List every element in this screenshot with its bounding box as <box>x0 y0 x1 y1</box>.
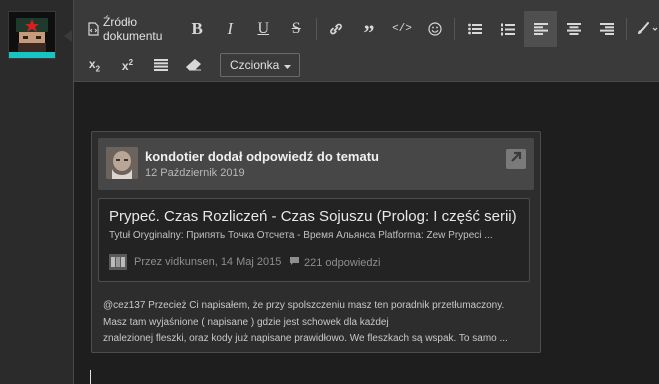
align-left-button[interactable] <box>524 11 558 47</box>
quote-header-text: kondotier dodał odpowiedź do tematu <box>145 149 379 164</box>
code-button[interactable]: </> <box>385 11 418 47</box>
editor-content[interactable]: kondotier dodał odpowiedź do tematu 12 P… <box>74 82 659 384</box>
user-avatar[interactable] <box>8 11 56 59</box>
embedded-quote-card: kondotier dodał odpowiedź do tematu 12 P… <box>91 131 541 353</box>
link-icon <box>328 21 344 37</box>
chevron-down-icon <box>284 58 291 72</box>
numbered-list-icon <box>500 23 515 36</box>
align-right-button[interactable] <box>590 11 623 47</box>
quote-button[interactable]: ” <box>352 11 385 47</box>
topic-replies-count: 221 odpowiedzi <box>304 256 381 269</box>
color-brush-button[interactable] <box>630 11 659 47</box>
link-button[interactable] <box>319 11 352 47</box>
quote-author-avatar[interactable] <box>106 147 138 179</box>
toolbar-row-1: Źródło dokumentu B I U S ” </> <box>74 10 659 48</box>
bold-button[interactable]: B <box>181 11 214 47</box>
emoji-button[interactable] <box>418 11 451 47</box>
topic-meta: Przez vidkunsen, 14 Maj 2015 <box>134 256 282 268</box>
underline-icon: U <box>257 20 269 37</box>
subscript-icon: x2 <box>88 56 101 74</box>
comment-icon <box>289 256 300 269</box>
align-center-button[interactable] <box>557 11 590 47</box>
text-cursor <box>90 370 91 384</box>
font-family-select[interactable]: Czcionka <box>220 53 300 77</box>
quote-date: 12 Październik 2019 <box>145 167 245 179</box>
align-right-icon <box>599 23 614 35</box>
toolbar-separator <box>454 18 456 40</box>
superscript-icon: x2 <box>121 57 134 73</box>
quote-body-line: Masz tam wyjaśnione ( napisane ) gdzie j… <box>103 316 389 328</box>
bold-icon: B <box>191 19 203 38</box>
quote-body-line: znalezionej fleszki, oraz kody już napis… <box>103 333 508 344</box>
code-icon: </> <box>392 23 412 35</box>
bulleted-list-icon <box>467 23 482 35</box>
toolbar-separator <box>626 18 628 40</box>
eraser-icon <box>185 59 202 71</box>
toolbar-separator <box>315 18 317 40</box>
strikethrough-icon: S <box>291 20 301 37</box>
source-label: Źródło dokumentu <box>103 15 163 43</box>
source-button[interactable]: Źródło dokumentu <box>74 11 181 47</box>
rich-text-editor: Źródło dokumentu B I U S ” </> x2 x2 Czc… <box>73 0 659 384</box>
topic-title[interactable]: Prypeć. Czas Rozliczeń - Czas Sojuszu (P… <box>109 208 517 225</box>
topic-thumbnail <box>109 254 127 270</box>
external-link-icon <box>510 150 522 168</box>
strikethrough-button[interactable]: S <box>280 11 313 47</box>
brush-icon <box>636 22 658 36</box>
source-icon <box>86 22 100 36</box>
align-center-icon <box>566 23 581 35</box>
subscript-button[interactable]: x2 <box>78 47 111 83</box>
remove-format-button[interactable] <box>177 47 210 83</box>
toolbar-row-2: x2 x2 Czcionka <box>74 46 300 84</box>
left-gutter <box>0 0 73 384</box>
topic-replies: 221 odpowiedzi <box>289 256 380 269</box>
bulleted-list-button[interactable] <box>458 11 491 47</box>
quote-header: kondotier dodał odpowiedź do tematu 12 P… <box>98 138 534 190</box>
superscript-button[interactable]: x2 <box>111 47 144 83</box>
topic-subtitle: Tytuł Oryginalny: Припять Точка Отсчета … <box>109 230 493 241</box>
quote-icon: ” <box>363 20 375 45</box>
emoji-icon <box>428 22 442 36</box>
italic-icon: I <box>227 19 234 38</box>
quoted-topic[interactable]: Prypeć. Czas Rozliczeń - Czas Sojuszu (P… <box>98 198 530 282</box>
font-select-value: Czcionka <box>230 58 280 72</box>
underline-button[interactable]: U <box>247 11 280 47</box>
quote-body-line: @cez137 Przecież Ci napisałem, że przy s… <box>103 300 505 311</box>
open-external-button[interactable] <box>506 149 526 169</box>
italic-button[interactable]: I <box>214 11 247 47</box>
justify-icon <box>153 59 168 71</box>
editor-toolbar: Źródło dokumentu B I U S ” </> x2 x2 Czc… <box>74 0 659 82</box>
avatar-pointer <box>64 30 72 42</box>
numbered-list-button[interactable] <box>491 11 524 47</box>
justify-button[interactable] <box>144 47 177 83</box>
quote-body: @cez137 Przecież Ci napisałem, że przy s… <box>103 298 533 348</box>
align-left-icon <box>533 23 548 35</box>
